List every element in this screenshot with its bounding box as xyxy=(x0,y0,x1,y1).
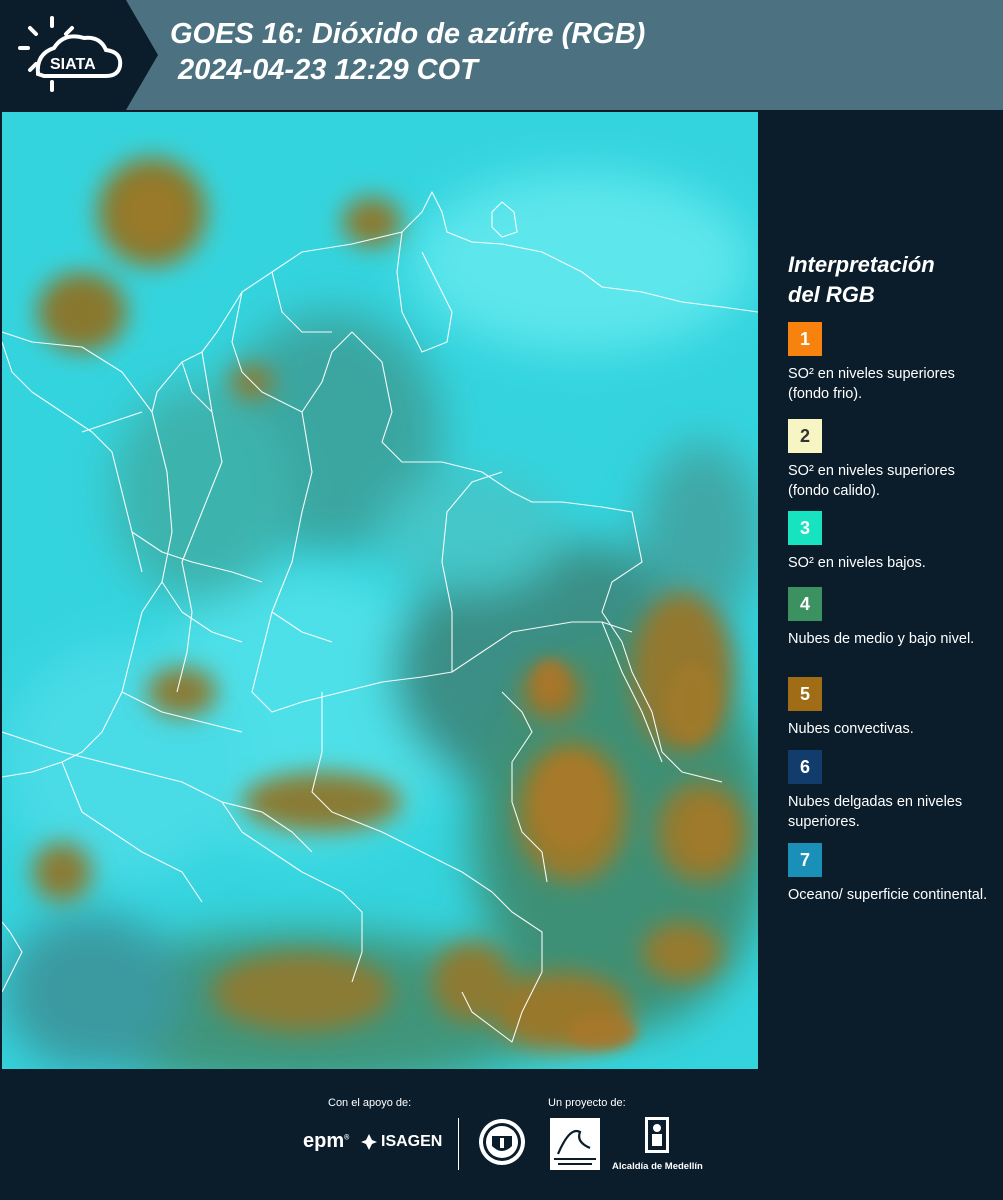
area-metropolitana-icon xyxy=(550,1118,600,1170)
legend-title: Interpretación del RGB xyxy=(788,250,935,310)
area-metropolitana-logo xyxy=(550,1118,600,1170)
footer-divider xyxy=(458,1118,459,1170)
page-title: GOES 16: Dióxido de azúfre (RGB) 2024-04… xyxy=(170,16,645,88)
isagen-logo-text: ISAGEN xyxy=(381,1133,443,1150)
support-label: Con el apoyo de: xyxy=(328,1097,412,1109)
alcaldia-text: Alcaldía de Medellín xyxy=(612,1161,703,1172)
legend-label-4: Nubes de medio y bajo nivel. xyxy=(788,631,975,647)
legend-title-line-1: Interpretación xyxy=(788,252,935,277)
alcaldia-shield-icon xyxy=(645,1117,669,1153)
legend-swatch-7: 7 xyxy=(788,843,822,877)
legend-swatch-3: 3 xyxy=(788,511,822,545)
legend-title-line-2: del RGB xyxy=(788,282,875,307)
isagen-logo: ISAGEN xyxy=(360,1133,442,1151)
legend-swatch-4: 4 xyxy=(788,587,822,621)
legend-label-6: Nubes delgadas en niveles superiores. xyxy=(788,794,963,830)
isagen-icon xyxy=(361,1134,377,1150)
legend-item-6: 6 Nubes delgadas en niveles superiores. xyxy=(788,750,988,832)
legend-item-1: 1 SO² en niveles superiores (fondo frio)… xyxy=(788,322,988,404)
alcaldia-medellin-logo: Alcaldía de Medellín xyxy=(612,1116,703,1172)
legend-item-7: 7 Oceano/ superficie continental. xyxy=(788,843,988,905)
siata-logo: SIATA xyxy=(18,16,123,92)
legend-label-1: SO² en niveles superiores (fondo frio). xyxy=(788,366,955,402)
logo-panel: SIATA xyxy=(0,0,158,110)
legend-swatch-2: 2 xyxy=(788,419,822,453)
title-line-2: 2024-04-23 12:29 COT xyxy=(178,54,478,86)
header-bar: SIATA GOES 16: Dióxido de azúfre (RGB) 2… xyxy=(0,0,1003,110)
legend-label-5: Nubes convectivas. xyxy=(788,721,914,737)
legend-swatch-1: 1 xyxy=(788,322,822,356)
legend-item-4: 4 Nubes de medio y bajo nivel. xyxy=(788,587,988,649)
epm-logo-text: epm xyxy=(303,1130,345,1152)
medellin-seal-icon xyxy=(479,1119,525,1165)
legend-item-5: 5 Nubes convectivas. xyxy=(788,677,988,739)
satellite-map xyxy=(2,112,758,1069)
legend-label-3: SO² en niveles bajos. xyxy=(788,555,926,571)
footer: Con el apoyo de: Un proyecto de: epm® IS… xyxy=(0,1070,1003,1200)
epm-logo: epm® xyxy=(303,1130,350,1152)
siata-logo-text: SIATA xyxy=(50,56,96,73)
legend-label-2: SO² en niveles superiores (fondo calido)… xyxy=(788,463,955,499)
title-line-1: GOES 16: Dióxido de azúfre (RGB) xyxy=(170,18,646,50)
project-label: Un proyecto de: xyxy=(548,1097,626,1109)
legend-label-7: Oceano/ superficie continental. xyxy=(788,887,988,903)
legend-item-2: 2 SO² en niveles superiores (fondo calid… xyxy=(788,419,988,501)
legend-swatch-6: 6 xyxy=(788,750,822,784)
legend-item-3: 3 SO² en niveles bajos. xyxy=(788,511,988,573)
legend-swatch-5: 5 xyxy=(788,677,822,711)
